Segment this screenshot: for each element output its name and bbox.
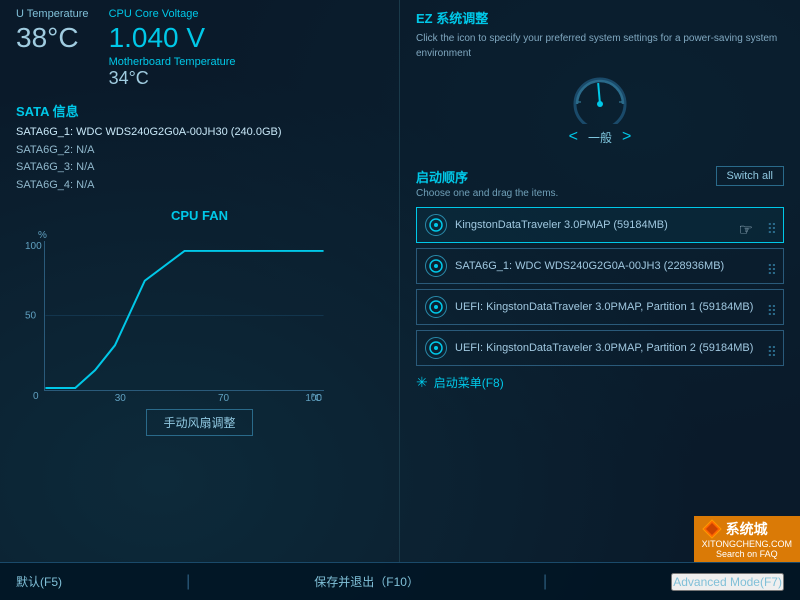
- sata-title: SATA 信息: [16, 101, 383, 120]
- boot-section: 启动顺序 Switch all Choose one and drag the …: [416, 166, 784, 554]
- boot-item-text: SATA6G_1: WDC WDS240G2G0A-00JH3 (228936M…: [455, 260, 775, 272]
- chart-x30: 30: [115, 393, 126, 404]
- boot-item-icon: [425, 296, 447, 318]
- boot-subtitle: Choose one and drag the items.: [416, 188, 784, 199]
- bottom-right: Advanced Mode(F7): [671, 573, 784, 591]
- boot-item-icon: [425, 214, 447, 236]
- cpu-fan-ylabel: %: [38, 230, 47, 241]
- boot-menu-label: 启动菜单(F8): [434, 374, 504, 391]
- boot-menu[interactable]: ✳ 启动菜单(F8): [416, 374, 784, 391]
- ez-desc: Click the icon to specify your preferred…: [416, 31, 784, 61]
- cpu-temp-section: U Temperature 38°C: [16, 8, 89, 89]
- chart-x70: 70: [218, 393, 229, 404]
- save-exit-button[interactable]: 保存并退出（F10）: [314, 573, 419, 590]
- boot-items-list: KingstonDataTraveler 3.0PMAP (59184MB)⠿☞…: [416, 207, 784, 366]
- sata-item: SATA6G_1: WDC WDS240G2G0A-00JH30 (240.0G…: [16, 124, 383, 142]
- boot-item-drag-handle[interactable]: ⠿: [767, 303, 777, 320]
- chart-y0: 0: [33, 391, 39, 402]
- chart-container: 100 50 0 30 70 100 °C: [44, 241, 324, 391]
- sata-item: SATA6G_3: N/A: [16, 159, 383, 177]
- drag-cursor: ☞: [739, 220, 753, 240]
- gauge-nav-area[interactable]: < 一般 >: [416, 128, 784, 146]
- boot-title: 启动顺序: [416, 167, 468, 186]
- advanced-mode-button[interactable]: Advanced Mode(F7): [671, 573, 784, 591]
- gauge-area: [416, 69, 784, 124]
- cpu-fan-section: CPU FAN % 100 50 0 30 70 100 °C: [16, 208, 383, 436]
- cpu-temp-value: 38°C: [16, 22, 89, 54]
- gauge-next-button[interactable]: >: [622, 128, 631, 146]
- cpu-core-label: CPU Core Voltage: [109, 8, 236, 20]
- boot-item-drag-handle[interactable]: ⠿: [767, 221, 777, 238]
- top-section: U Temperature 38°C CPU Core Voltage 1.04…: [16, 8, 383, 89]
- separator-2: |: [543, 573, 547, 591]
- chart-y50: 50: [25, 310, 36, 321]
- default-button[interactable]: 默认(F5): [16, 573, 62, 590]
- switch-all-button[interactable]: Switch all: [716, 166, 784, 186]
- boot-item[interactable]: UEFI: KingstonDataTraveler 3.0PMAP, Part…: [416, 289, 784, 325]
- voltage-value: 1.040 V: [109, 22, 236, 54]
- chart-xlabel: °C: [311, 393, 322, 404]
- boot-item-icon: [425, 255, 447, 277]
- left-panel: U Temperature 38°C CPU Core Voltage 1.04…: [0, 0, 400, 562]
- chart-y100: 100: [25, 241, 42, 252]
- ez-title: EZ 系统调整: [416, 8, 784, 27]
- boot-item-text: KingstonDataTraveler 3.0PMAP (59184MB): [455, 219, 775, 231]
- right-panel: EZ 系统调整 Click the icon to specify your p…: [400, 0, 800, 562]
- bottom-bar: 默认(F5) | 保存并退出（F10） | Advanced Mode(F7): [0, 562, 800, 600]
- sata-item: SATA6G_4: N/A: [16, 177, 383, 195]
- mb-temp-label: Motherboard Temperature: [109, 56, 236, 68]
- boot-header: 启动顺序 Switch all: [416, 166, 784, 186]
- boot-item-drag-handle[interactable]: ⠿: [767, 262, 777, 279]
- boot-item[interactable]: KingstonDataTraveler 3.0PMAP (59184MB)⠿ ☞: [416, 207, 784, 243]
- boot-item-icon: [425, 337, 447, 359]
- cpu-fan-title: CPU FAN: [16, 208, 383, 223]
- fan-control-button[interactable]: 手动风扇调整: [146, 409, 252, 436]
- mb-temp-value: 34°C: [109, 68, 236, 89]
- gauge-prev-button[interactable]: <: [569, 128, 578, 146]
- boot-item[interactable]: UEFI: KingstonDataTraveler 3.0PMAP, Part…: [416, 330, 784, 366]
- sata-items: SATA6G_1: WDC WDS240G2G0A-00JH30 (240.0G…: [16, 124, 383, 194]
- boot-item-text: UEFI: KingstonDataTraveler 3.0PMAP, Part…: [455, 301, 775, 313]
- cpu-temp-label: U Temperature: [16, 8, 89, 20]
- boot-item[interactable]: SATA6G_1: WDC WDS240G2G0A-00JH3 (228936M…: [416, 248, 784, 284]
- cpu-fan-chart: [45, 241, 324, 390]
- sata-section: SATA 信息 SATA6G_1: WDC WDS240G2G0A-00JH30…: [16, 101, 383, 194]
- boot-item-drag-handle[interactable]: ⠿: [767, 344, 777, 361]
- ez-section: EZ 系统调整 Click the icon to specify your p…: [416, 8, 784, 150]
- gauge-label: 一般: [588, 129, 612, 146]
- gauge-icon: [565, 69, 635, 124]
- boot-menu-icon: ✳: [416, 374, 428, 391]
- boot-item-text: UEFI: KingstonDataTraveler 3.0PMAP, Part…: [455, 342, 775, 354]
- separator-1: |: [186, 573, 190, 591]
- cpu-core-section: CPU Core Voltage 1.040 V Motherboard Tem…: [109, 8, 236, 89]
- sata-item: SATA6G_2: N/A: [16, 142, 383, 160]
